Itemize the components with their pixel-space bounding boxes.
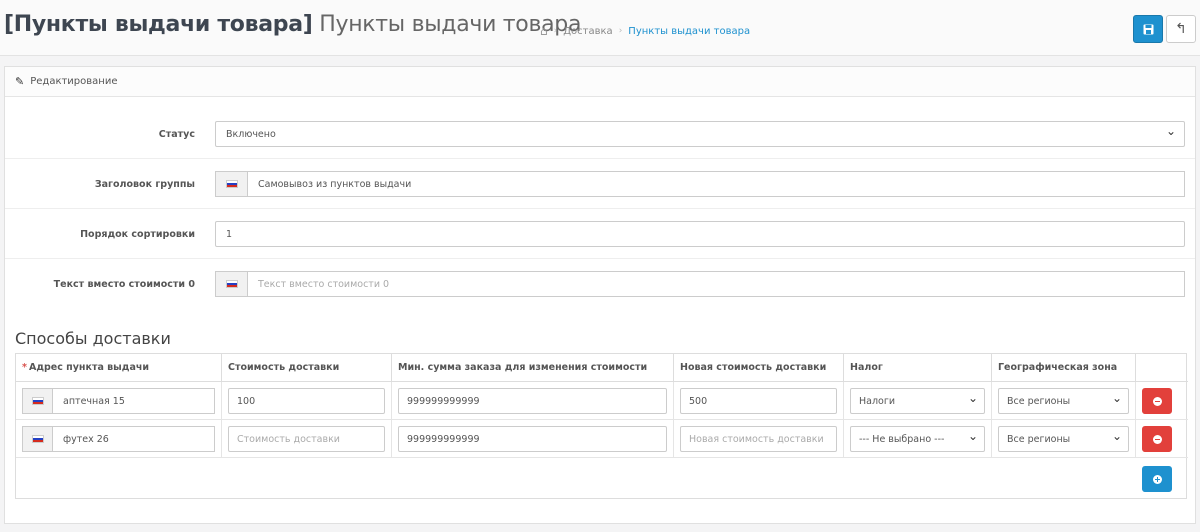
address-input[interactable]: футех 26 bbox=[52, 426, 215, 452]
ru-flag-icon bbox=[215, 271, 247, 297]
new-cost-input[interactable]: 500 bbox=[680, 388, 837, 414]
group-title-input[interactable]: Самовывоз из пунктов выдачи bbox=[247, 171, 1185, 197]
table-cell: 999999999999 bbox=[392, 382, 674, 420]
home-icon[interactable]: ⌂ bbox=[540, 24, 548, 38]
page-title-bold: [Пункты выдачи товара] bbox=[4, 12, 313, 37]
column-header-new-cost: Новая стоимость доставки bbox=[674, 354, 844, 382]
shipping-methods-table: * Адрес пункта выдачи Стоимость доставки … bbox=[15, 353, 1188, 499]
column-header-min-sum: Мин. сумма заказа для изменения стоимост… bbox=[392, 354, 674, 382]
table-cell: Налоги bbox=[844, 382, 992, 420]
tax-select[interactable]: --- Не выбрано --- bbox=[850, 426, 985, 452]
table-cell: Все регионы bbox=[992, 382, 1136, 420]
min-sum-input[interactable]: 999999999999 bbox=[398, 426, 667, 452]
table-cell: Все регионы bbox=[992, 420, 1136, 458]
back-button[interactable]: ↰ bbox=[1166, 15, 1196, 43]
breadcrumb-item-pickup-points[interactable]: Пункты выдачи товара bbox=[628, 26, 750, 37]
zero-cost-text-input[interactable]: Текст вместо стоимости 0 bbox=[247, 271, 1185, 297]
sort-order-input[interactable]: 1 bbox=[215, 221, 1185, 247]
group-title-input-group: Самовывоз из пунктов выдачи bbox=[215, 171, 1185, 197]
remove-row-button[interactable] bbox=[1142, 426, 1172, 452]
breadcrumb-item-shipping[interactable]: Доставка bbox=[563, 26, 612, 37]
min-sum-input[interactable]: 999999999999 bbox=[398, 388, 667, 414]
table-cell: 999999999999 bbox=[392, 420, 674, 458]
table-cell: 500 bbox=[674, 382, 844, 420]
table-cell: 100 bbox=[222, 382, 392, 420]
cost-input[interactable]: Стоимость доставки bbox=[228, 426, 385, 452]
tax-select[interactable]: Налоги bbox=[850, 388, 985, 414]
pencil-icon: ✎ bbox=[15, 75, 25, 88]
new-cost-input[interactable]: Новая стоимость доставки bbox=[680, 426, 837, 452]
save-button[interactable] bbox=[1133, 15, 1163, 43]
form-row-zero-cost-text: Текст вместо стоимости 0 Текст вместо ст… bbox=[5, 259, 1195, 309]
status-select[interactable]: Включено bbox=[215, 121, 1185, 147]
geo-zone-select[interactable]: Все регионы bbox=[998, 388, 1129, 414]
zero-cost-text-input-group: Текст вместо стоимости 0 bbox=[215, 271, 1185, 297]
shipping-methods-title: Способы доставки bbox=[15, 329, 171, 348]
group-title-label: Заголовок группы bbox=[94, 179, 195, 190]
edit-panel: ✎ Редактирование Статус Включено Заголов… bbox=[4, 66, 1196, 524]
cost-input[interactable]: 100 bbox=[228, 388, 385, 414]
ru-flag-icon bbox=[22, 426, 52, 452]
breadcrumb-separator: › bbox=[618, 26, 623, 36]
plus-circle-icon bbox=[1152, 474, 1162, 484]
add-row-button[interactable] bbox=[1142, 466, 1172, 492]
address-input[interactable]: аптечная 15 bbox=[52, 388, 215, 414]
reply-icon: ↰ bbox=[1175, 21, 1187, 37]
form-row-group-title: Заголовок группы Самовывоз из пунктов вы… bbox=[5, 159, 1195, 209]
page-title: [Пункты выдачи товара] Пункты выдачи тов… bbox=[4, 12, 581, 37]
table-cell: Стоимость доставки bbox=[222, 420, 392, 458]
ru-flag-icon bbox=[215, 171, 247, 197]
breadcrumb: ⌂ › Доставка › Пункты выдачи товара bbox=[540, 24, 750, 38]
panel-heading: ✎ Редактирование bbox=[5, 67, 1195, 97]
remove-row-button[interactable] bbox=[1142, 388, 1172, 414]
zero-cost-text-label: Текст вместо стоимости 0 bbox=[53, 279, 195, 290]
table-cell bbox=[1136, 420, 1188, 458]
table-cell: --- Не выбрано --- bbox=[844, 420, 992, 458]
ru-flag-icon bbox=[22, 388, 52, 414]
column-header-cost: Стоимость доставки bbox=[222, 354, 392, 382]
minus-circle-icon bbox=[1152, 434, 1162, 444]
form-row-sort-order: Порядок сортировки 1 bbox=[5, 209, 1195, 259]
panel-heading-label: Редактирование bbox=[30, 76, 118, 87]
column-header-tax: Налог bbox=[844, 354, 992, 382]
save-icon bbox=[1143, 24, 1153, 34]
sort-order-label: Порядок сортировки bbox=[80, 229, 195, 240]
column-header-actions bbox=[1136, 354, 1188, 382]
breadcrumb-separator: › bbox=[553, 26, 558, 36]
table-row: аптечная 15 bbox=[16, 382, 222, 420]
page-header: [Пункты выдачи товара] Пункты выдачи тов… bbox=[0, 0, 1200, 56]
form-row-status: Статус Включено bbox=[5, 109, 1195, 159]
column-header-geo-zone: Географическая зона bbox=[992, 354, 1136, 382]
geo-zone-select[interactable]: Все регионы bbox=[998, 426, 1129, 452]
table-cell: Новая стоимость доставки bbox=[674, 420, 844, 458]
table-row: футех 26 bbox=[16, 420, 222, 458]
table-cell bbox=[1136, 382, 1188, 420]
minus-circle-icon bbox=[1152, 396, 1162, 406]
status-label: Статус bbox=[158, 129, 195, 140]
column-header-address: * Адрес пункта выдачи bbox=[16, 354, 222, 382]
